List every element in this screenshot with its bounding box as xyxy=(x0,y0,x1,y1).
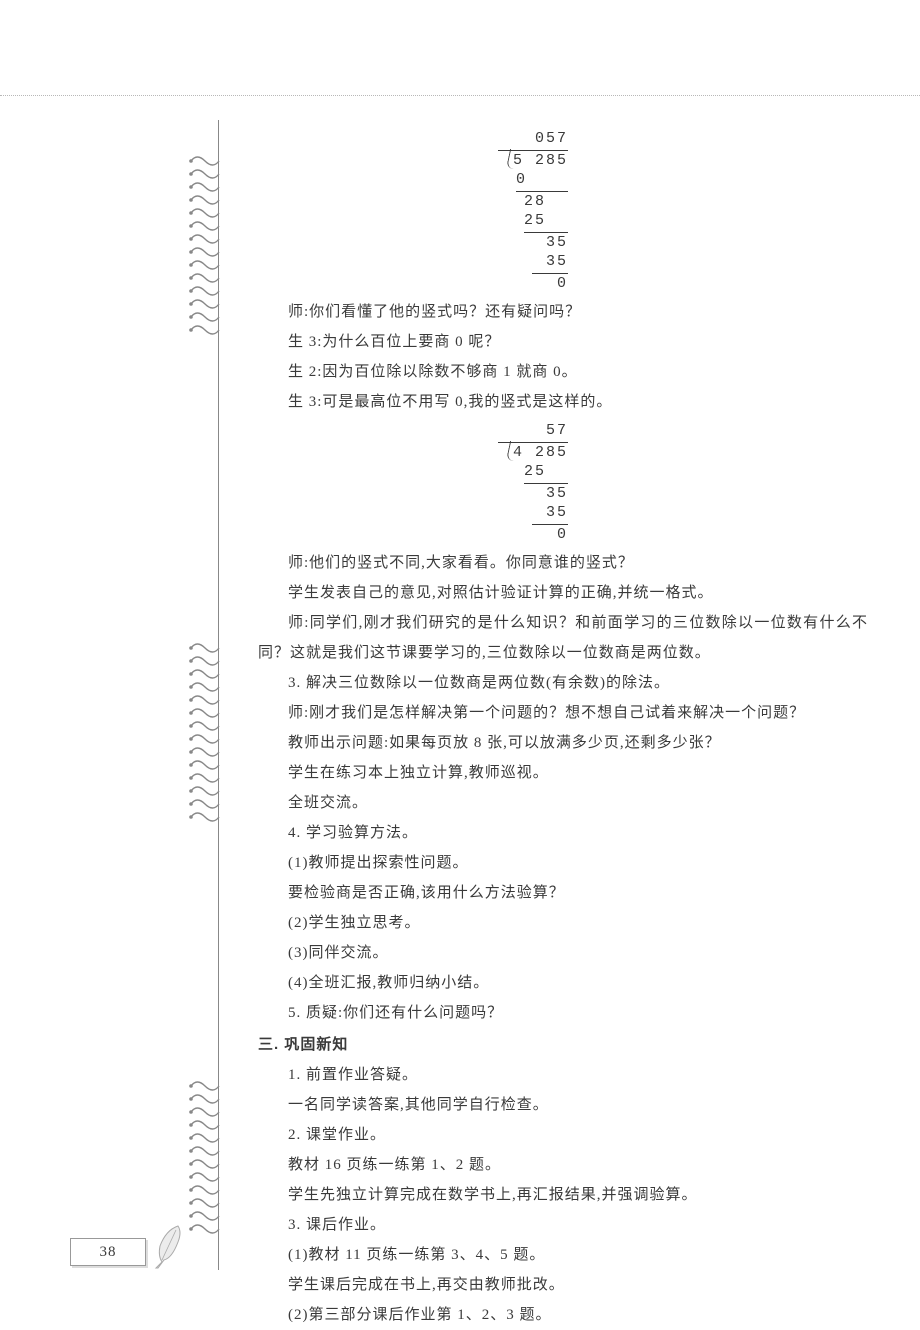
ld1-step-1: 28 xyxy=(498,192,568,212)
body-p3: 师:同学们,刚才我们研究的是什么知识？和前面学习的三位数除以一位数有什么不同？这… xyxy=(258,608,868,668)
page-number: 38 xyxy=(70,1238,146,1266)
body-p15: 5. 质疑:你们还有什么问题吗？ xyxy=(258,998,868,1028)
dialogue-student3-b: 生 3:可是最高位不用写 0,我的竖式是这样的。 xyxy=(258,387,868,417)
ld1-step-4: 35 xyxy=(532,252,568,274)
dialogue-student3-a: 生 3:为什么百位上要商 0 呢？ xyxy=(258,327,868,357)
ld1-step-3: 35 xyxy=(498,233,568,253)
spiral-binding-bottom xyxy=(189,1080,221,1236)
ld2-dividend: 4 285 xyxy=(498,443,568,463)
body-p1: 师:他们的竖式不同,大家看看。你同意谁的竖式？ xyxy=(258,548,868,578)
section3-p8: 学生课后完成在书上,再交由教师批改。 xyxy=(258,1270,868,1300)
spiral-binding-top xyxy=(189,155,221,337)
body-p7: 学生在练习本上独立计算,教师巡视。 xyxy=(258,758,868,788)
section3-p6: 3. 课后作业。 xyxy=(258,1210,868,1240)
ld2-step-0: 25 xyxy=(524,462,568,484)
body-p11: 要检验商是否正确,该用什么方法验算？ xyxy=(258,878,868,908)
ld2-quotient: 57 xyxy=(498,421,568,443)
body-p2: 学生发表自己的意见,对照估计验证计算的正确,并统一格式。 xyxy=(258,578,868,608)
body-p13: (3)同伴交流。 xyxy=(258,938,868,968)
header-dotted-rule xyxy=(0,95,920,96)
section3-p7: (1)教材 11 页练一练第 3、4、5 题。 xyxy=(258,1240,868,1270)
ld2-step-1: 35 xyxy=(498,484,568,504)
section3-p5: 学生先独立计算完成在数学书上,再汇报结果,并强调验算。 xyxy=(258,1180,868,1210)
body-p9: 4. 学习验算方法。 xyxy=(258,818,868,848)
long-division-1: 057 5 285 0 28 25 35 35 0 xyxy=(498,129,568,293)
ld1-dividend: 5 285 xyxy=(498,151,568,171)
spiral-binding-middle xyxy=(189,642,221,824)
body-p6: 教师出示问题:如果每页放 8 张,可以放满多少页,还剩多少张？ xyxy=(258,728,868,758)
section-3-heading: 三. 巩固新知 xyxy=(258,1030,868,1060)
ld2-step-2: 35 xyxy=(532,503,568,525)
section3-p3: 2. 课堂作业。 xyxy=(258,1120,868,1150)
body-p14: (4)全班汇报,教师归纳小结。 xyxy=(258,968,868,998)
body-p4: 3. 解决三位数除以一位数商是两位数(有余数)的除法。 xyxy=(258,668,868,698)
ld1-step-5: 0 xyxy=(498,274,568,294)
section3-p9: (2)第三部分课后作业第 1、2、3 题。 xyxy=(258,1300,868,1330)
section3-p4: 教材 16 页练一练第 1、2 题。 xyxy=(258,1150,868,1180)
body-p8: 全班交流。 xyxy=(258,788,868,818)
page-content: 057 5 285 0 28 25 35 35 0 师:你们看懂了他的竖式吗？还… xyxy=(258,125,868,1330)
ld1-step-2: 25 xyxy=(524,211,568,233)
body-p10: (1)教师提出探索性问题。 xyxy=(258,848,868,878)
body-p5: 师:刚才我们是怎样解决第一个问题的？想不想自己试着来解决一个问题？ xyxy=(258,698,868,728)
dialogue-student2: 生 2:因为百位除以除数不够商 1 就商 0。 xyxy=(258,357,868,387)
ld2-step-3: 0 xyxy=(498,525,568,545)
ld1-quotient: 057 xyxy=(498,129,568,151)
section3-p1: 1. 前置作业答疑。 xyxy=(258,1060,868,1090)
feather-icon xyxy=(148,1222,188,1270)
long-division-2: 57 4 285 25 35 35 0 xyxy=(498,421,568,544)
section3-p2: 一名同学读答案,其他同学自行检查。 xyxy=(258,1090,868,1120)
body-p12: (2)学生独立思考。 xyxy=(258,908,868,938)
ld1-step-0: 0 xyxy=(516,170,568,192)
dialogue-teacher-1: 师:你们看懂了他的竖式吗？还有疑问吗？ xyxy=(258,297,868,327)
